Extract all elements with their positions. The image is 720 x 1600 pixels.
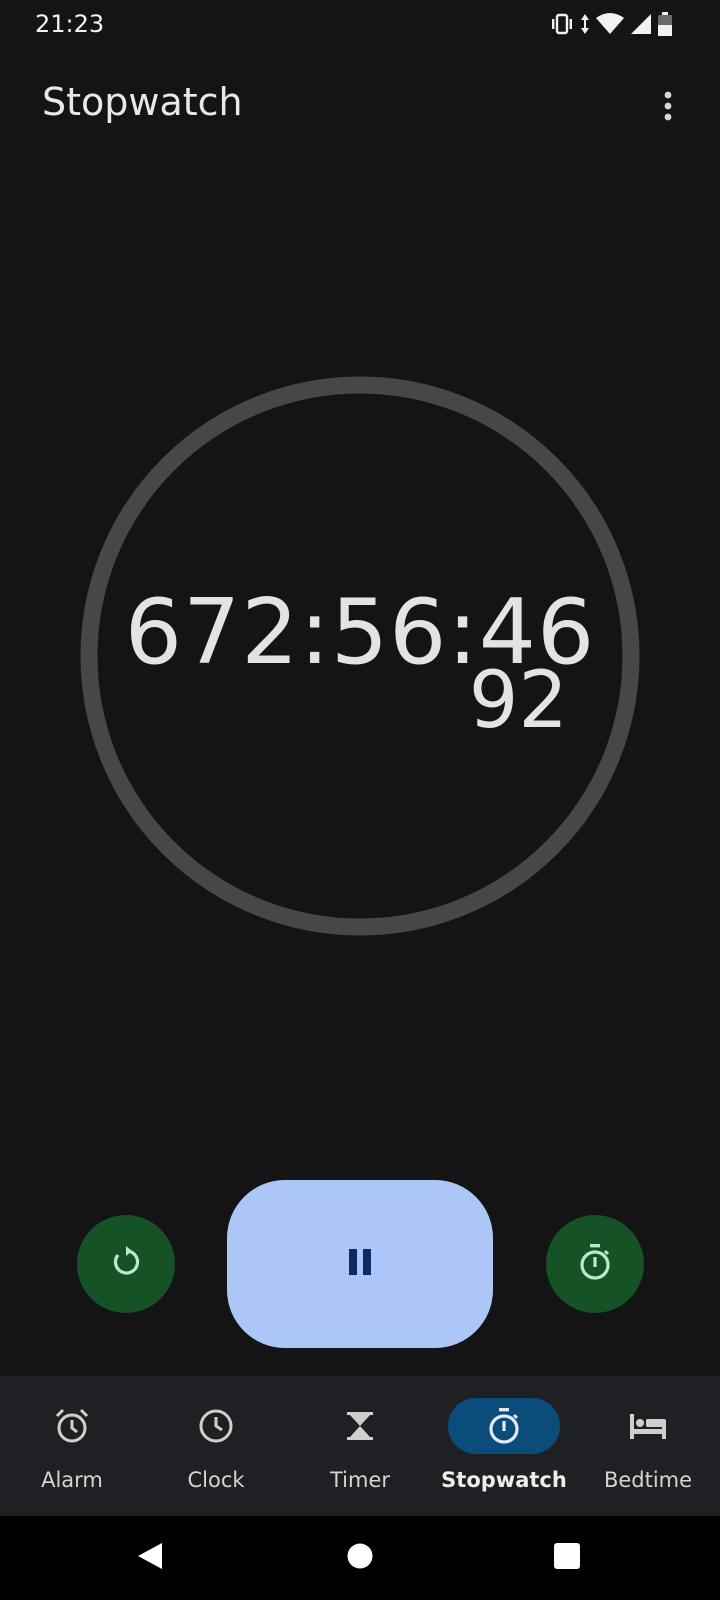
- reset-button[interactable]: [77, 1215, 175, 1313]
- status-bar: 21:23: [0, 0, 720, 48]
- data-transfer-icon: [580, 13, 590, 35]
- nav-item-bedtime[interactable]: Bedtime: [576, 1376, 720, 1516]
- status-icons: [550, 12, 672, 36]
- battery-icon: [658, 12, 672, 36]
- pause-icon: [347, 1247, 373, 1282]
- nav-label-timer: Timer: [329, 1468, 391, 1492]
- lap-button[interactable]: [546, 1215, 644, 1313]
- hourglass-icon: [304, 1398, 416, 1454]
- page-title: Stopwatch: [42, 80, 243, 124]
- nav-item-stopwatch[interactable]: Stopwatch: [432, 1376, 576, 1516]
- more-options-button[interactable]: [644, 84, 692, 132]
- nav-item-timer[interactable]: Timer: [288, 1376, 432, 1516]
- app-bar: Stopwatch: [0, 64, 720, 144]
- recents-button[interactable]: [543, 1534, 591, 1582]
- nav-label-clock: Clock: [187, 1468, 245, 1492]
- lap-timer-icon: [577, 1242, 613, 1287]
- nav-label-bedtime: Bedtime: [603, 1468, 693, 1492]
- nav-item-clock[interactable]: Clock: [144, 1376, 288, 1516]
- back-button[interactable]: [126, 1534, 174, 1582]
- nav-label-alarm: Alarm: [41, 1468, 103, 1492]
- reset-icon: [108, 1244, 144, 1285]
- wifi-icon: [596, 13, 624, 35]
- elapsed-hundredths: 92: [468, 656, 568, 746]
- home-icon: [346, 1542, 374, 1575]
- alarm-icon: [16, 1398, 128, 1454]
- back-icon: [136, 1541, 164, 1576]
- home-button[interactable]: [336, 1534, 384, 1582]
- nav-item-alarm[interactable]: Alarm: [0, 1376, 144, 1516]
- recents-icon: [553, 1542, 581, 1575]
- cellular-signal-icon: [630, 13, 652, 35]
- pause-button[interactable]: [227, 1180, 493, 1348]
- status-time: 21:23: [35, 10, 105, 38]
- more-vert-icon: [664, 91, 672, 126]
- nav-label-stopwatch: Stopwatch: [441, 1468, 567, 1492]
- bed-icon: [592, 1398, 704, 1454]
- clock-icon: [160, 1398, 272, 1454]
- bottom-navigation: Alarm Clock Timer Stopwatch Bedtime: [0, 1376, 720, 1516]
- system-navigation-bar: [0, 1516, 720, 1600]
- stopwatch-icon: [448, 1398, 560, 1454]
- vibrate-icon: [550, 13, 574, 35]
- elapsed-time: 672:56:46: [124, 580, 596, 685]
